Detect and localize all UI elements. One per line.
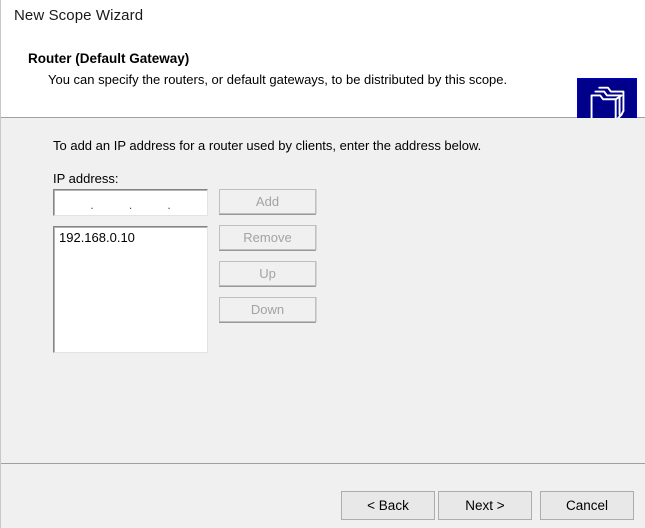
wizard-footer: < Back Next > Cancel xyxy=(1,463,645,528)
ip-separator-2: . xyxy=(128,197,133,212)
back-button[interactable]: < Back xyxy=(341,491,435,520)
list-item[interactable]: 192.168.0.10 xyxy=(54,227,207,245)
cancel-button[interactable]: Cancel xyxy=(540,491,634,520)
ip-address-label: IP address: xyxy=(53,171,119,186)
title-bar: New Scope Wizard xyxy=(1,0,645,33)
page-title: Router (Default Gateway) xyxy=(28,51,190,66)
ip-separator-3: . xyxy=(167,197,171,212)
ip-address-input[interactable]: . . . xyxy=(53,189,208,216)
add-button[interactable]: Add xyxy=(219,189,316,214)
wizard-body: To add an IP address for a router used b… xyxy=(1,118,645,463)
up-button[interactable]: Up xyxy=(219,261,316,286)
ip-separator-1: . xyxy=(90,197,94,212)
page-subtitle: You can specify the routers, or default … xyxy=(48,72,508,87)
router-list-box[interactable]: 192.168.0.10 xyxy=(53,226,208,353)
intro-text: To add an IP address for a router used b… xyxy=(53,138,482,153)
new-scope-wizard-dialog: New Scope Wizard Router (Default Gateway… xyxy=(0,0,645,528)
remove-button[interactable]: Remove xyxy=(219,225,316,250)
window-title: New Scope Wizard xyxy=(14,7,144,24)
down-button[interactable]: Down xyxy=(219,297,316,322)
wizard-header: Router (Default Gateway) You can specify… xyxy=(1,33,645,136)
next-button[interactable]: Next > xyxy=(438,491,532,520)
